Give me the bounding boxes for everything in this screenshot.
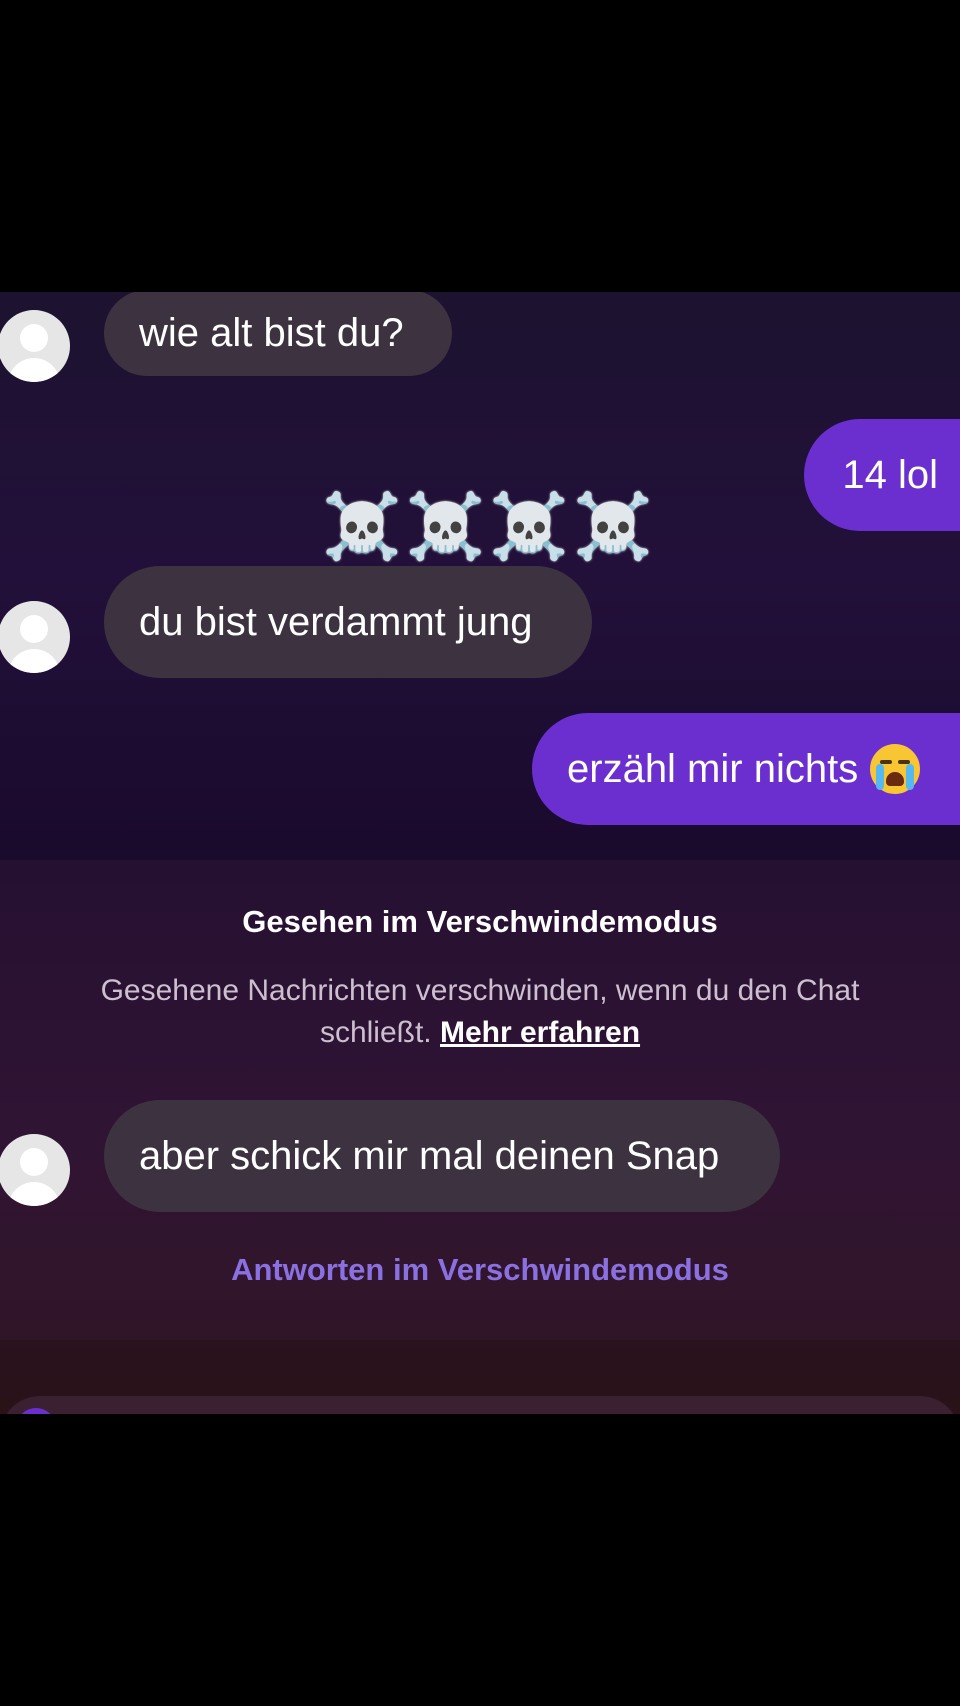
reply-vanish-mode-button[interactable]: Antworten im Verschwindemodus — [0, 1252, 960, 1288]
message-text: wie alt bist du? — [139, 311, 404, 355]
camera-button-icon[interactable] — [16, 1408, 56, 1414]
message-bubble-incoming[interactable]: aber schick mir mal deinen Snap — [104, 1100, 780, 1212]
message-text: erzähl mir nichts — [567, 747, 859, 791]
crying-face-icon — [870, 744, 921, 794]
message-text: du bist verdammt jung — [139, 600, 533, 644]
learn-more-link[interactable]: Mehr erfahren — [440, 1016, 640, 1049]
message-text: aber schick mir mal deinen Snap — [139, 1134, 720, 1178]
skull-reaction-row: ☠️☠️☠️☠️ — [322, 490, 657, 562]
message-bubble-outgoing[interactable]: 14 lol — [804, 419, 960, 531]
message-text: 14 lol — [842, 453, 938, 497]
avatar[interactable] — [0, 1134, 70, 1206]
message-bubble-outgoing[interactable]: erzähl mir nichts — [532, 713, 960, 825]
avatar[interactable] — [0, 310, 70, 382]
vanish-mode-description: Gesehene Nachrichten verschwinden, wenn … — [100, 970, 860, 1054]
vanish-mode-title: Gesehen im Verschwindemodus — [242, 904, 718, 939]
avatar[interactable] — [0, 601, 70, 673]
message-composer[interactable] — [0, 1396, 960, 1414]
message-bubble-incoming[interactable]: wie alt bist du? — [104, 292, 452, 376]
message-bubble-incoming[interactable]: du bist verdammt jung — [104, 566, 592, 678]
chat-viewport: wie alt bist du? 14 lol ☠️☠️☠️☠️ du bist… — [0, 292, 960, 1414]
